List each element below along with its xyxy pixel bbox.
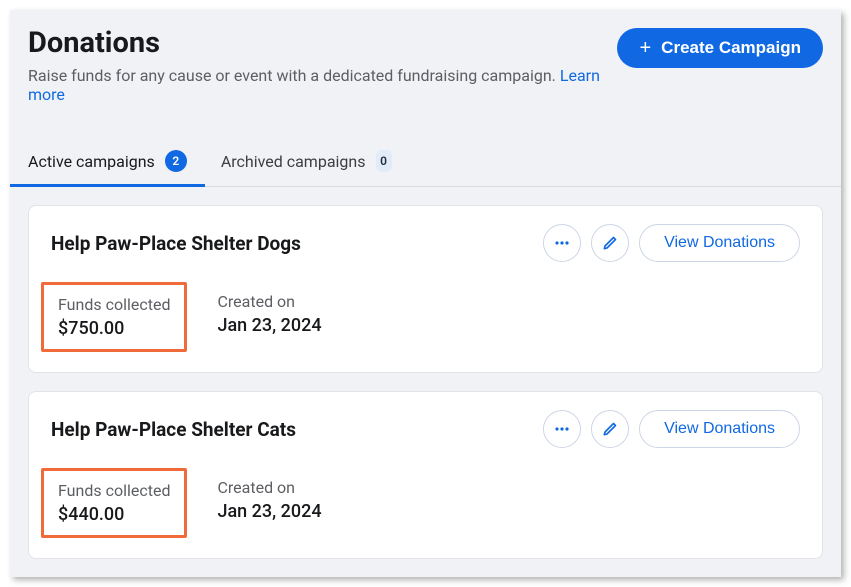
campaign-card-header: Help Paw-Place Shelter Cats View Donatio… xyxy=(29,392,822,462)
funds-collected-value: $440.00 xyxy=(58,504,170,525)
tab-archived-label: Archived campaigns xyxy=(221,152,366,171)
page-header: Donations Raise funds for any cause or e… xyxy=(10,10,841,114)
pencil-icon xyxy=(601,420,619,438)
tabs-bar: Active campaigns 2 Archived campaigns 0 xyxy=(10,140,841,187)
create-campaign-button[interactable]: + Create Campaign xyxy=(617,28,823,68)
created-on-value: Jan 23, 2024 xyxy=(217,501,321,522)
header-text: Donations Raise funds for any cause or e… xyxy=(28,26,617,104)
view-donations-button[interactable]: View Donations xyxy=(639,410,800,448)
campaign-card-header: Help Paw-Place Shelter Dogs View Donatio… xyxy=(29,206,822,276)
page-title: Donations xyxy=(28,26,617,60)
page-subtitle: Raise funds for any cause or event with … xyxy=(28,66,617,104)
tab-archived-count-badge: 0 xyxy=(376,150,392,172)
created-on-label: Created on xyxy=(217,292,321,311)
edit-button[interactable] xyxy=(591,410,629,448)
funds-collected-label: Funds collected xyxy=(58,295,170,314)
tab-active-label: Active campaigns xyxy=(28,152,155,171)
funds-collected-stat: Funds collected $750.00 xyxy=(41,282,187,352)
created-on-stat: Created on Jan 23, 2024 xyxy=(203,282,335,352)
plus-icon: + xyxy=(639,38,651,58)
campaign-card: Help Paw-Place Shelter Cats View Donatio… xyxy=(28,391,823,559)
campaign-list: Help Paw-Place Shelter Dogs View Donatio… xyxy=(10,187,841,577)
create-button-label: Create Campaign xyxy=(661,38,801,58)
campaign-actions: View Donations xyxy=(543,224,800,262)
tab-archived-campaigns[interactable]: Archived campaigns 0 xyxy=(221,140,392,186)
campaign-title: Help Paw-Place Shelter Dogs xyxy=(51,232,301,255)
campaign-stats: Funds collected $440.00 Created on Jan 2… xyxy=(29,462,822,558)
funds-collected-label: Funds collected xyxy=(58,481,170,500)
tab-active-campaigns[interactable]: Active campaigns 2 xyxy=(28,140,187,186)
view-donations-button[interactable]: View Donations xyxy=(639,224,800,262)
ellipsis-icon xyxy=(553,234,571,252)
campaign-stats: Funds collected $750.00 Created on Jan 2… xyxy=(29,276,822,372)
ellipsis-icon xyxy=(553,420,571,438)
campaign-card: Help Paw-Place Shelter Dogs View Donatio… xyxy=(28,205,823,373)
campaign-actions: View Donations xyxy=(543,410,800,448)
donations-page: Donations Raise funds for any cause or e… xyxy=(10,10,841,577)
subtitle-text: Raise funds for any cause or event with … xyxy=(28,66,556,85)
pencil-icon xyxy=(601,234,619,252)
more-options-button[interactable] xyxy=(543,224,581,262)
tab-active-count-badge: 2 xyxy=(165,150,187,172)
created-on-label: Created on xyxy=(217,478,321,497)
created-on-stat: Created on Jan 23, 2024 xyxy=(203,468,335,538)
campaign-title: Help Paw-Place Shelter Cats xyxy=(51,418,296,441)
funds-collected-value: $750.00 xyxy=(58,318,170,339)
more-options-button[interactable] xyxy=(543,410,581,448)
created-on-value: Jan 23, 2024 xyxy=(217,315,321,336)
edit-button[interactable] xyxy=(591,224,629,262)
funds-collected-stat: Funds collected $440.00 xyxy=(41,468,187,538)
